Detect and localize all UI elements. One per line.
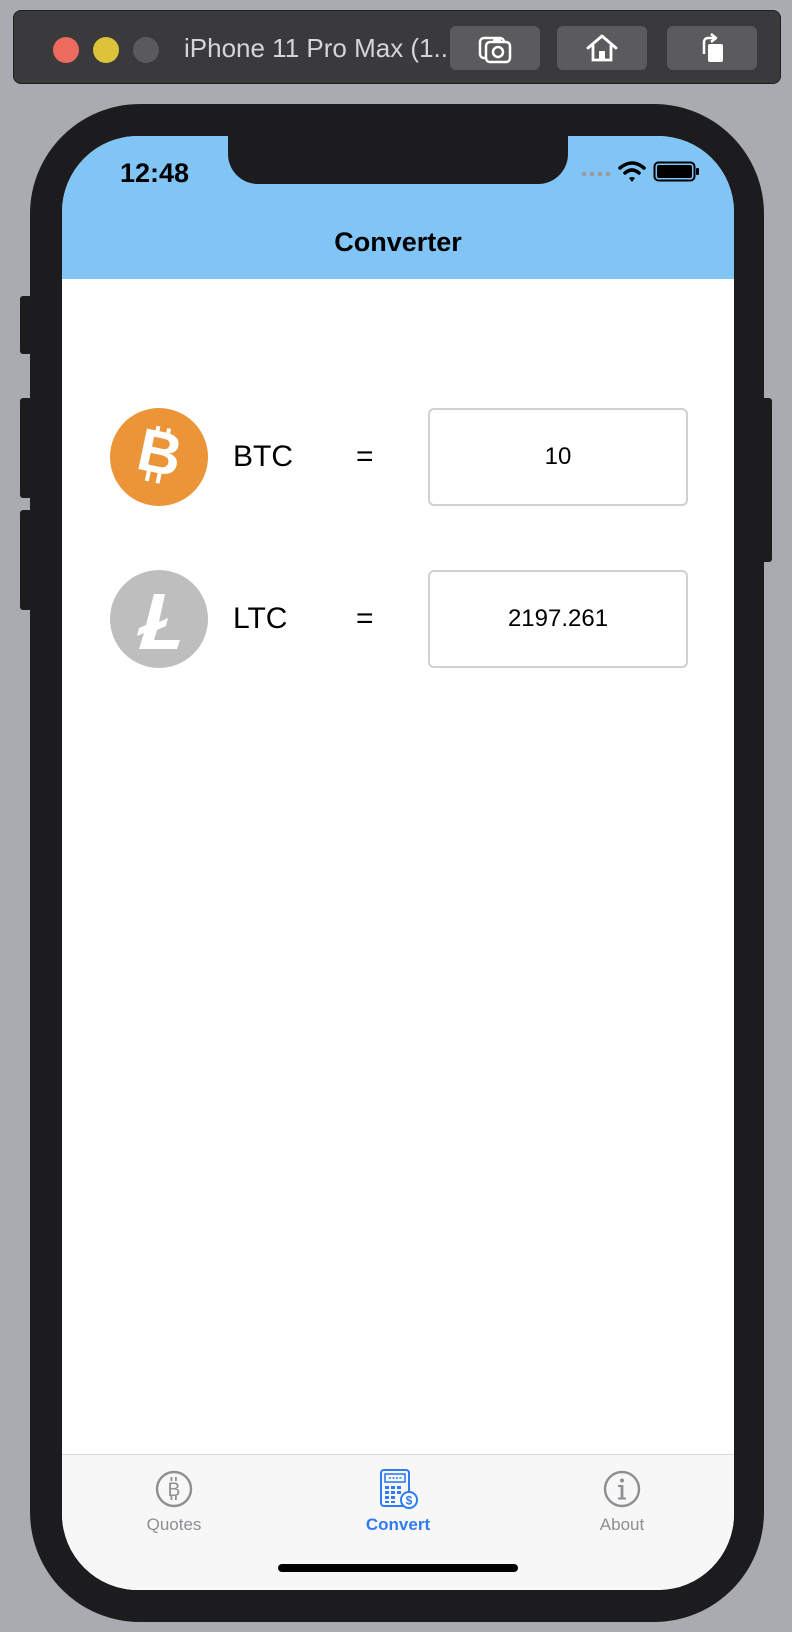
rotate-button[interactable] <box>667 26 757 70</box>
simulator-title: iPhone 11 Pro Max (1... <box>184 33 456 63</box>
navigation-bar: 12:48 Converter <box>62 136 734 279</box>
coin-code-label: BTC <box>233 440 293 473</box>
tab-convert[interactable]: $ Convert <box>286 1455 510 1545</box>
battery-icon <box>653 161 699 182</box>
home-button[interactable] <box>557 26 647 70</box>
conversion-row-btc: B BTC = 10 <box>110 408 690 506</box>
volume-down-button <box>20 510 32 610</box>
signal-icon <box>581 171 611 177</box>
wifi-icon <box>618 161 646 182</box>
screenshot-button[interactable] <box>450 26 540 70</box>
tab-convert-label: Convert <box>365 1515 431 1534</box>
svg-text:B: B <box>168 1480 181 1501</box>
litecoin-icon <box>110 570 208 668</box>
home-indicator[interactable] <box>278 1564 518 1572</box>
simulator-title-bar: iPhone 11 Pro Max (1... <box>13 10 781 84</box>
tab-quotes-label: Quotes <box>146 1515 202 1534</box>
tab-about[interactable]: About <box>510 1455 734 1545</box>
ltc-amount-input[interactable]: 2197.261 <box>428 570 688 668</box>
camera-icon <box>478 36 512 64</box>
equals-sign: = <box>356 440 374 473</box>
close-window-button[interactable] <box>53 37 79 63</box>
calculator-dollar-icon: $ <box>380 1469 418 1509</box>
rotate-icon <box>702 33 723 62</box>
mute-switch <box>20 296 32 354</box>
status-time: 12:48 <box>120 158 190 188</box>
bitcoin-icon: B <box>110 408 208 506</box>
tab-about-label: About <box>599 1515 645 1534</box>
svg-text:$: $ <box>406 1494 413 1508</box>
equals-sign: = <box>356 602 374 635</box>
phone-screen: 12:48 Converter B BTC = 10 LTC = 2197.26… <box>62 136 734 1590</box>
bitcoin-outline-icon: B <box>155 1470 193 1508</box>
page-title: Converter <box>334 227 462 257</box>
zoom-window-button[interactable] <box>133 37 159 63</box>
status-icons <box>581 161 699 182</box>
conversion-row-ltc: LTC = 2197.261 <box>110 570 690 668</box>
notch <box>228 136 568 184</box>
info-icon <box>603 1470 641 1508</box>
tab-quotes[interactable]: B Quotes <box>62 1455 286 1545</box>
volume-up-button <box>20 398 32 498</box>
home-icon <box>586 34 618 62</box>
power-button <box>760 398 772 562</box>
minimize-window-button[interactable] <box>93 37 119 63</box>
coin-code-label: LTC <box>233 602 288 635</box>
btc-amount-input[interactable]: 10 <box>428 408 688 506</box>
